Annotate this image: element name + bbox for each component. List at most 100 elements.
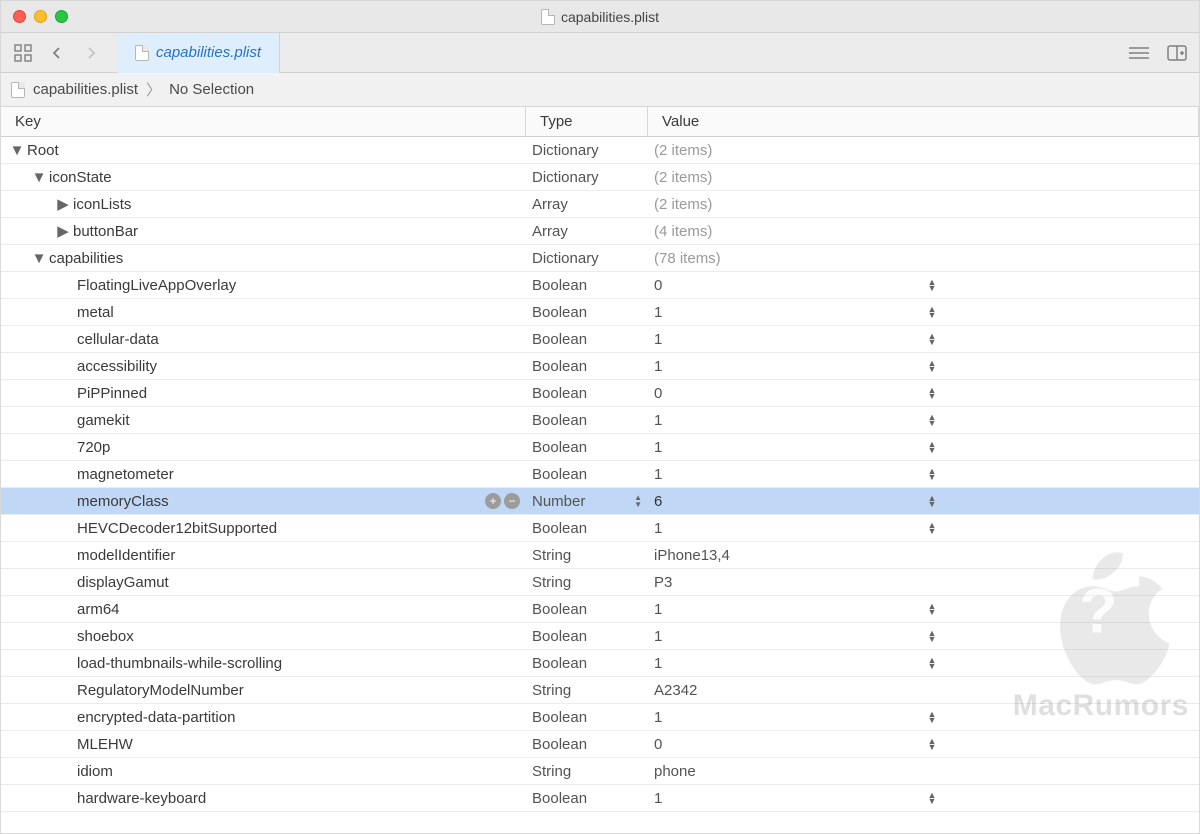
key-cell[interactable]: ▼iconState [1, 169, 526, 186]
plist-row[interactable]: PiPPinnedBoolean0▲▼ [1, 380, 1199, 407]
value-cell[interactable]: 1▲▼ [648, 601, 1199, 618]
type-cell[interactable]: Boolean [526, 628, 648, 645]
key-cell[interactable]: HEVCDecoder12bitSupported [1, 520, 526, 537]
key-cell[interactable]: idiom [1, 763, 526, 780]
key-cell[interactable]: ▶iconLists [1, 196, 526, 213]
value-cell[interactable]: (78 items) [648, 250, 1199, 267]
type-cell[interactable]: Dictionary [526, 250, 648, 267]
key-cell[interactable]: cellular-data [1, 331, 526, 348]
key-cell[interactable]: 720p [1, 439, 526, 456]
plist-row[interactable]: ▶buttonBarArray(4 items) [1, 218, 1199, 245]
key-cell[interactable]: ▼Root [1, 142, 526, 159]
plist-row[interactable]: metalBoolean1▲▼ [1, 299, 1199, 326]
add-editor-button[interactable] [1163, 40, 1191, 66]
plist-row[interactable]: ▼RootDictionary(2 items) [1, 137, 1199, 164]
type-cell[interactable]: Boolean [526, 520, 648, 537]
plist-row[interactable]: gamekitBoolean1▲▼ [1, 407, 1199, 434]
type-stepper[interactable]: ▲▼ [634, 494, 642, 508]
add-row-button[interactable]: + [485, 493, 501, 509]
type-cell[interactable]: Number▲▼ [526, 493, 648, 510]
key-cell[interactable]: encrypted-data-partition [1, 709, 526, 726]
key-cell[interactable]: PiPPinned [1, 385, 526, 402]
value-stepper[interactable]: ▲▼ [925, 734, 939, 754]
plist-row[interactable]: accessibilityBoolean1▲▼ [1, 353, 1199, 380]
key-cell[interactable]: shoebox [1, 628, 526, 645]
value-stepper[interactable]: ▲▼ [925, 491, 939, 511]
type-cell[interactable]: String [526, 682, 648, 699]
type-cell[interactable]: Boolean [526, 412, 648, 429]
plist-row[interactable]: RegulatoryModelNumberStringA2342 [1, 677, 1199, 704]
value-stepper[interactable]: ▲▼ [925, 788, 939, 808]
type-cell[interactable]: Boolean [526, 277, 648, 294]
value-cell[interactable]: iPhone13,4 [648, 547, 1199, 564]
key-cell[interactable]: metal [1, 304, 526, 321]
key-cell[interactable]: RegulatoryModelNumber [1, 682, 526, 699]
plist-row[interactable]: encrypted-data-partitionBoolean1▲▼ [1, 704, 1199, 731]
value-stepper[interactable]: ▲▼ [925, 464, 939, 484]
disclosure-down-icon[interactable]: ▼ [33, 171, 45, 183]
value-cell[interactable]: (2 items) [648, 196, 1199, 213]
key-cell[interactable]: ▶buttonBar [1, 223, 526, 240]
remove-row-button[interactable]: − [504, 493, 520, 509]
key-cell[interactable]: MLEHW [1, 736, 526, 753]
disclosure-down-icon[interactable]: ▼ [11, 144, 23, 156]
value-cell[interactable]: 1▲▼ [648, 439, 1199, 456]
type-cell[interactable]: Boolean [526, 358, 648, 375]
breadcrumb[interactable]: capabilities.plist 〉 No Selection [1, 73, 1199, 107]
plist-row[interactable]: ▼capabilitiesDictionary(78 items) [1, 245, 1199, 272]
plist-row[interactable]: 720pBoolean1▲▼ [1, 434, 1199, 461]
value-cell[interactable]: 1▲▼ [648, 304, 1199, 321]
nav-forward-button[interactable] [77, 40, 105, 66]
value-cell[interactable]: 1▲▼ [648, 331, 1199, 348]
key-cell[interactable]: load-thumbnails-while-scrolling [1, 655, 526, 672]
type-cell[interactable]: Boolean [526, 385, 648, 402]
type-cell[interactable]: Boolean [526, 304, 648, 321]
type-cell[interactable]: Dictionary [526, 142, 648, 159]
plist-row[interactable]: displayGamutStringP3 [1, 569, 1199, 596]
plist-row[interactable]: memoryClass+−Number▲▼6▲▼ [1, 488, 1199, 515]
key-cell[interactable]: modelIdentifier [1, 547, 526, 564]
value-stepper[interactable]: ▲▼ [925, 302, 939, 322]
value-cell[interactable]: 0▲▼ [648, 385, 1199, 402]
value-cell[interactable]: phone [648, 763, 1199, 780]
value-stepper[interactable]: ▲▼ [925, 329, 939, 349]
key-cell[interactable]: displayGamut [1, 574, 526, 591]
plist-row[interactable]: arm64Boolean1▲▼ [1, 596, 1199, 623]
value-stepper[interactable]: ▲▼ [925, 518, 939, 538]
value-stepper[interactable]: ▲▼ [925, 626, 939, 646]
nav-back-button[interactable] [43, 40, 71, 66]
plist-row[interactable]: idiomStringphone [1, 758, 1199, 785]
value-cell[interactable]: A2342 [648, 682, 1199, 699]
value-cell[interactable]: 1▲▼ [648, 412, 1199, 429]
type-cell[interactable]: Boolean [526, 331, 648, 348]
type-cell[interactable]: Boolean [526, 709, 648, 726]
type-cell[interactable]: Boolean [526, 439, 648, 456]
type-cell[interactable]: Array [526, 196, 648, 213]
value-cell[interactable]: 1▲▼ [648, 709, 1199, 726]
value-cell[interactable]: 6▲▼ [648, 493, 1199, 510]
type-cell[interactable]: Boolean [526, 466, 648, 483]
plist-row[interactable]: cellular-dataBoolean1▲▼ [1, 326, 1199, 353]
key-cell[interactable]: gamekit [1, 412, 526, 429]
key-cell[interactable]: FloatingLiveAppOverlay [1, 277, 526, 294]
type-cell[interactable]: Boolean [526, 601, 648, 618]
value-cell[interactable]: (2 items) [648, 169, 1199, 186]
type-cell[interactable]: String [526, 574, 648, 591]
related-items-button[interactable] [9, 40, 37, 66]
type-cell[interactable]: String [526, 547, 648, 564]
value-cell[interactable]: 1▲▼ [648, 520, 1199, 537]
value-stepper[interactable]: ▲▼ [925, 275, 939, 295]
value-cell[interactable]: 0▲▼ [648, 277, 1199, 294]
disclosure-right-icon[interactable]: ▶ [57, 198, 69, 210]
key-cell[interactable]: accessibility [1, 358, 526, 375]
value-stepper[interactable]: ▲▼ [925, 599, 939, 619]
type-cell[interactable]: Dictionary [526, 169, 648, 186]
editor-options-button[interactable] [1125, 40, 1153, 66]
key-cell[interactable]: memoryClass+− [1, 493, 526, 510]
value-stepper[interactable]: ▲▼ [925, 410, 939, 430]
disclosure-right-icon[interactable]: ▶ [57, 225, 69, 237]
value-cell[interactable]: 1▲▼ [648, 655, 1199, 672]
key-cell[interactable]: hardware-keyboard [1, 790, 526, 807]
value-stepper[interactable]: ▲▼ [925, 383, 939, 403]
key-cell[interactable]: ▼capabilities [1, 250, 526, 267]
